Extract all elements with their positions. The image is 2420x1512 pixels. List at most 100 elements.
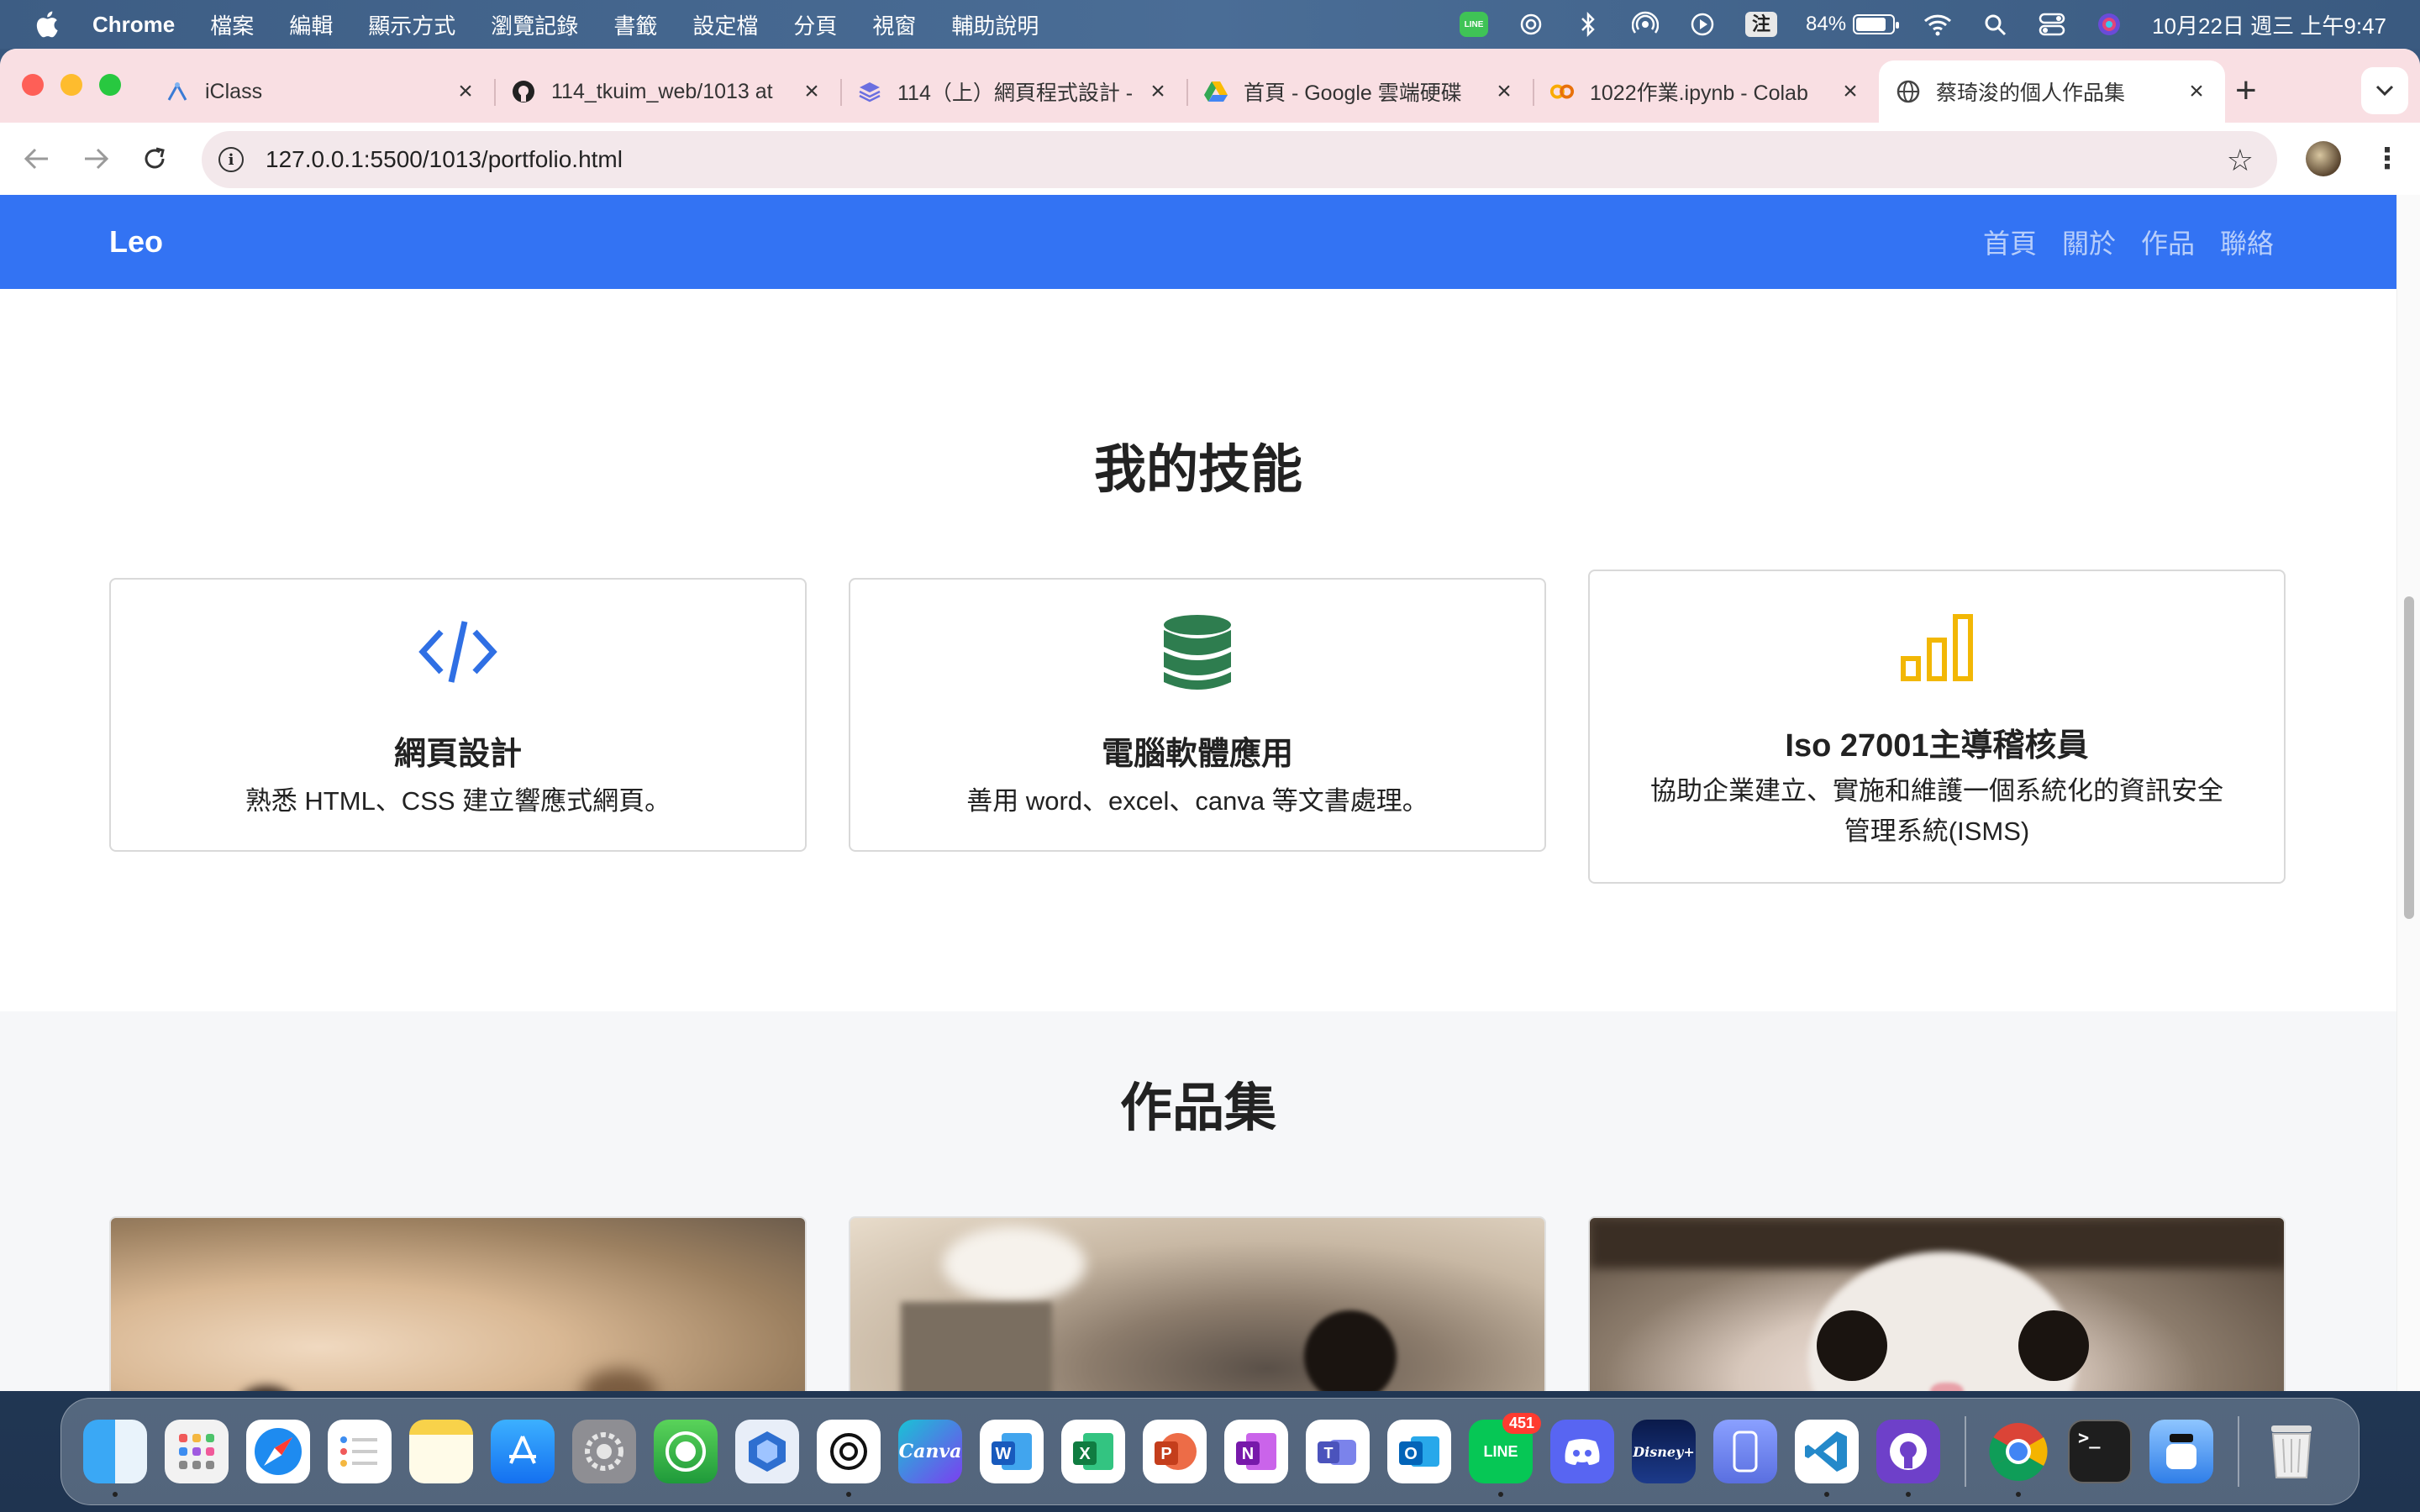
close-tab-icon[interactable]: × bbox=[800, 77, 823, 106]
skill-card-iso27001: Iso 27001主導稽核員 協助企業建立、實施和維護一個系統化的資訊安全管理系… bbox=[1588, 570, 2286, 884]
new-tab-button[interactable]: + bbox=[2235, 66, 2257, 116]
code-icon bbox=[111, 617, 805, 687]
site-brand[interactable]: Leo bbox=[109, 224, 163, 260]
menu-bookmarks[interactable]: 書籤 bbox=[613, 9, 657, 40]
menu-help[interactable]: 輔助說明 bbox=[951, 9, 1039, 40]
chatgpt-status-icon[interactable] bbox=[1517, 10, 1545, 39]
address-bar[interactable]: i 127.0.0.1:5500/1013/portfolio.html ☆ bbox=[202, 131, 2277, 188]
page-scrollbar[interactable] bbox=[2396, 195, 2420, 1391]
skill-title: 電腦軟體應用 bbox=[1101, 737, 1293, 772]
microsoft-outlook-icon[interactable]: O bbox=[1387, 1420, 1451, 1483]
siri-icon[interactable] bbox=[2095, 10, 2123, 39]
tab-google-drive[interactable]: 首頁 - Google 雲端硬碟 × bbox=[1186, 60, 1533, 123]
discord-icon[interactable] bbox=[1550, 1420, 1614, 1483]
close-tab-icon[interactable]: × bbox=[1492, 77, 1516, 106]
nav-link-contact[interactable]: 聯絡 bbox=[2220, 223, 2274, 261]
close-window-button[interactable] bbox=[22, 74, 44, 96]
canva-icon[interactable]: Canva bbox=[898, 1420, 962, 1483]
terminal-icon[interactable]: >_ bbox=[2068, 1420, 2132, 1483]
skill-card-software: 電腦軟體應用 善用 word、excel、canva 等文書處理。 bbox=[849, 578, 1546, 852]
site-nav-links: 首頁 關於 作品 聯絡 bbox=[1983, 223, 2274, 261]
battery-status[interactable]: 84% bbox=[1806, 13, 1900, 36]
system-settings-icon[interactable] bbox=[572, 1420, 636, 1483]
close-tab-icon[interactable]: × bbox=[454, 77, 477, 106]
menu-history[interactable]: 瀏覽記錄 bbox=[491, 9, 578, 40]
microsoft-word-icon[interactable]: W bbox=[980, 1420, 1044, 1483]
svg-text:P: P bbox=[1160, 1445, 1171, 1463]
profile-avatar[interactable] bbox=[2306, 141, 2341, 176]
menu-profiles[interactable]: 設定檔 bbox=[692, 9, 758, 40]
menu-tab[interactable]: 分頁 bbox=[793, 9, 837, 40]
line-status-icon[interactable]: LINE bbox=[1460, 10, 1489, 39]
menu-file[interactable]: 檔案 bbox=[210, 9, 254, 40]
reload-button[interactable] bbox=[131, 135, 178, 182]
notes-icon[interactable] bbox=[409, 1420, 473, 1483]
now-playing-icon[interactable] bbox=[1688, 10, 1717, 39]
menu-clock[interactable]: 10月22日 週三 上午9:47 bbox=[2152, 9, 2386, 40]
nav-link-about[interactable]: 關於 bbox=[2062, 223, 2116, 261]
zoom-window-button[interactable] bbox=[99, 74, 121, 96]
finder-icon[interactable] bbox=[83, 1420, 147, 1497]
back-button[interactable] bbox=[13, 135, 60, 182]
tab-colab[interactable]: 1022作業.ipynb - Colab × bbox=[1533, 60, 1879, 123]
virtualbox-icon[interactable] bbox=[735, 1420, 799, 1483]
iphone-mirroring-icon[interactable] bbox=[1713, 1420, 1777, 1483]
microsoft-powerpoint-icon[interactable]: P bbox=[1143, 1420, 1207, 1483]
chatgpt-icon[interactable] bbox=[817, 1420, 881, 1497]
menu-window[interactable]: 視窗 bbox=[872, 9, 916, 40]
close-tab-icon[interactable]: × bbox=[1146, 77, 1170, 106]
portfolio-image-3[interactable] bbox=[1588, 1216, 2286, 1391]
line-app-icon[interactable]: LINE 451 bbox=[1469, 1413, 1541, 1497]
svg-text:T: T bbox=[1324, 1445, 1334, 1462]
microsoft-teams-icon[interactable]: T bbox=[1306, 1420, 1370, 1483]
back-arrow-icon bbox=[24, 148, 48, 170]
close-tab-icon[interactable]: × bbox=[1839, 77, 1862, 106]
iclass-icon bbox=[165, 79, 190, 104]
wifi-icon[interactable] bbox=[1923, 10, 1952, 39]
bluetooth-icon[interactable] bbox=[1574, 10, 1602, 39]
tab-course[interactable]: 114（上）網頁程式設計 - × bbox=[840, 60, 1186, 123]
spotlight-search-icon[interactable] bbox=[1981, 10, 2009, 39]
find-my-icon[interactable] bbox=[654, 1420, 718, 1483]
preview-icon[interactable] bbox=[2149, 1420, 2213, 1483]
app-store-icon[interactable] bbox=[491, 1420, 555, 1483]
menu-view[interactable]: 顯示方式 bbox=[368, 9, 455, 40]
trash-icon[interactable] bbox=[2260, 1420, 2323, 1483]
site-info-icon[interactable]: i bbox=[218, 147, 244, 172]
tab-iclass[interactable]: iClass × bbox=[148, 60, 494, 123]
google-chrome-icon[interactable] bbox=[1986, 1420, 2050, 1497]
safari-icon[interactable] bbox=[246, 1420, 310, 1483]
menu-edit[interactable]: 編輯 bbox=[289, 9, 333, 40]
bookmark-star-icon[interactable]: ☆ bbox=[2227, 143, 2254, 178]
microsoft-onenote-icon[interactable]: N bbox=[1224, 1420, 1288, 1483]
svg-text:W: W bbox=[996, 1445, 1012, 1463]
menu-app-name[interactable]: Chrome bbox=[92, 12, 175, 38]
tab-title: 首頁 - Google 雲端硬碟 bbox=[1244, 81, 1462, 105]
scrollbar-thumb[interactable] bbox=[2404, 596, 2414, 919]
portfolio-image-1[interactable] bbox=[109, 1216, 807, 1391]
nav-link-home[interactable]: 首頁 bbox=[1983, 223, 2037, 261]
chrome-menu-icon[interactable]: ⋮ bbox=[2373, 141, 2402, 176]
tabs: iClass × 114_tkuim_web/1013 at × 114（上）網… bbox=[148, 60, 2225, 123]
launchpad-icon[interactable] bbox=[165, 1420, 229, 1483]
portfolio-image-2[interactable] bbox=[849, 1216, 1546, 1391]
close-tab-icon[interactable]: × bbox=[2185, 77, 2208, 106]
forward-button[interactable] bbox=[72, 135, 119, 182]
tab-portfolio-active[interactable]: 蔡琦浚的個人作品集 × bbox=[1879, 60, 2225, 123]
input-method-indicator[interactable]: 注 bbox=[1745, 12, 1778, 37]
vscode-icon[interactable] bbox=[1795, 1420, 1859, 1497]
apple-icon[interactable] bbox=[34, 10, 59, 39]
portfolio-heading: 作品集 bbox=[1119, 1079, 1276, 1137]
nav-link-works[interactable]: 作品 bbox=[2141, 223, 2195, 261]
disney-plus-icon[interactable]: Disney+ bbox=[1632, 1420, 1696, 1483]
microsoft-excel-icon[interactable]: X bbox=[1061, 1420, 1125, 1483]
colab-icon bbox=[1549, 79, 1575, 104]
airdrop-icon[interactable] bbox=[1631, 10, 1660, 39]
tab-github[interactable]: 114_tkuim_web/1013 at × bbox=[494, 60, 840, 123]
minimize-window-button[interactable] bbox=[60, 74, 82, 96]
tab-search-button[interactable] bbox=[2361, 67, 2408, 114]
github-desktop-icon[interactable] bbox=[1876, 1420, 1940, 1497]
url-text[interactable]: 127.0.0.1:5500/1013/portfolio.html bbox=[266, 146, 623, 173]
control-center-icon[interactable] bbox=[2038, 10, 2066, 39]
reminders-icon[interactable] bbox=[328, 1420, 392, 1483]
